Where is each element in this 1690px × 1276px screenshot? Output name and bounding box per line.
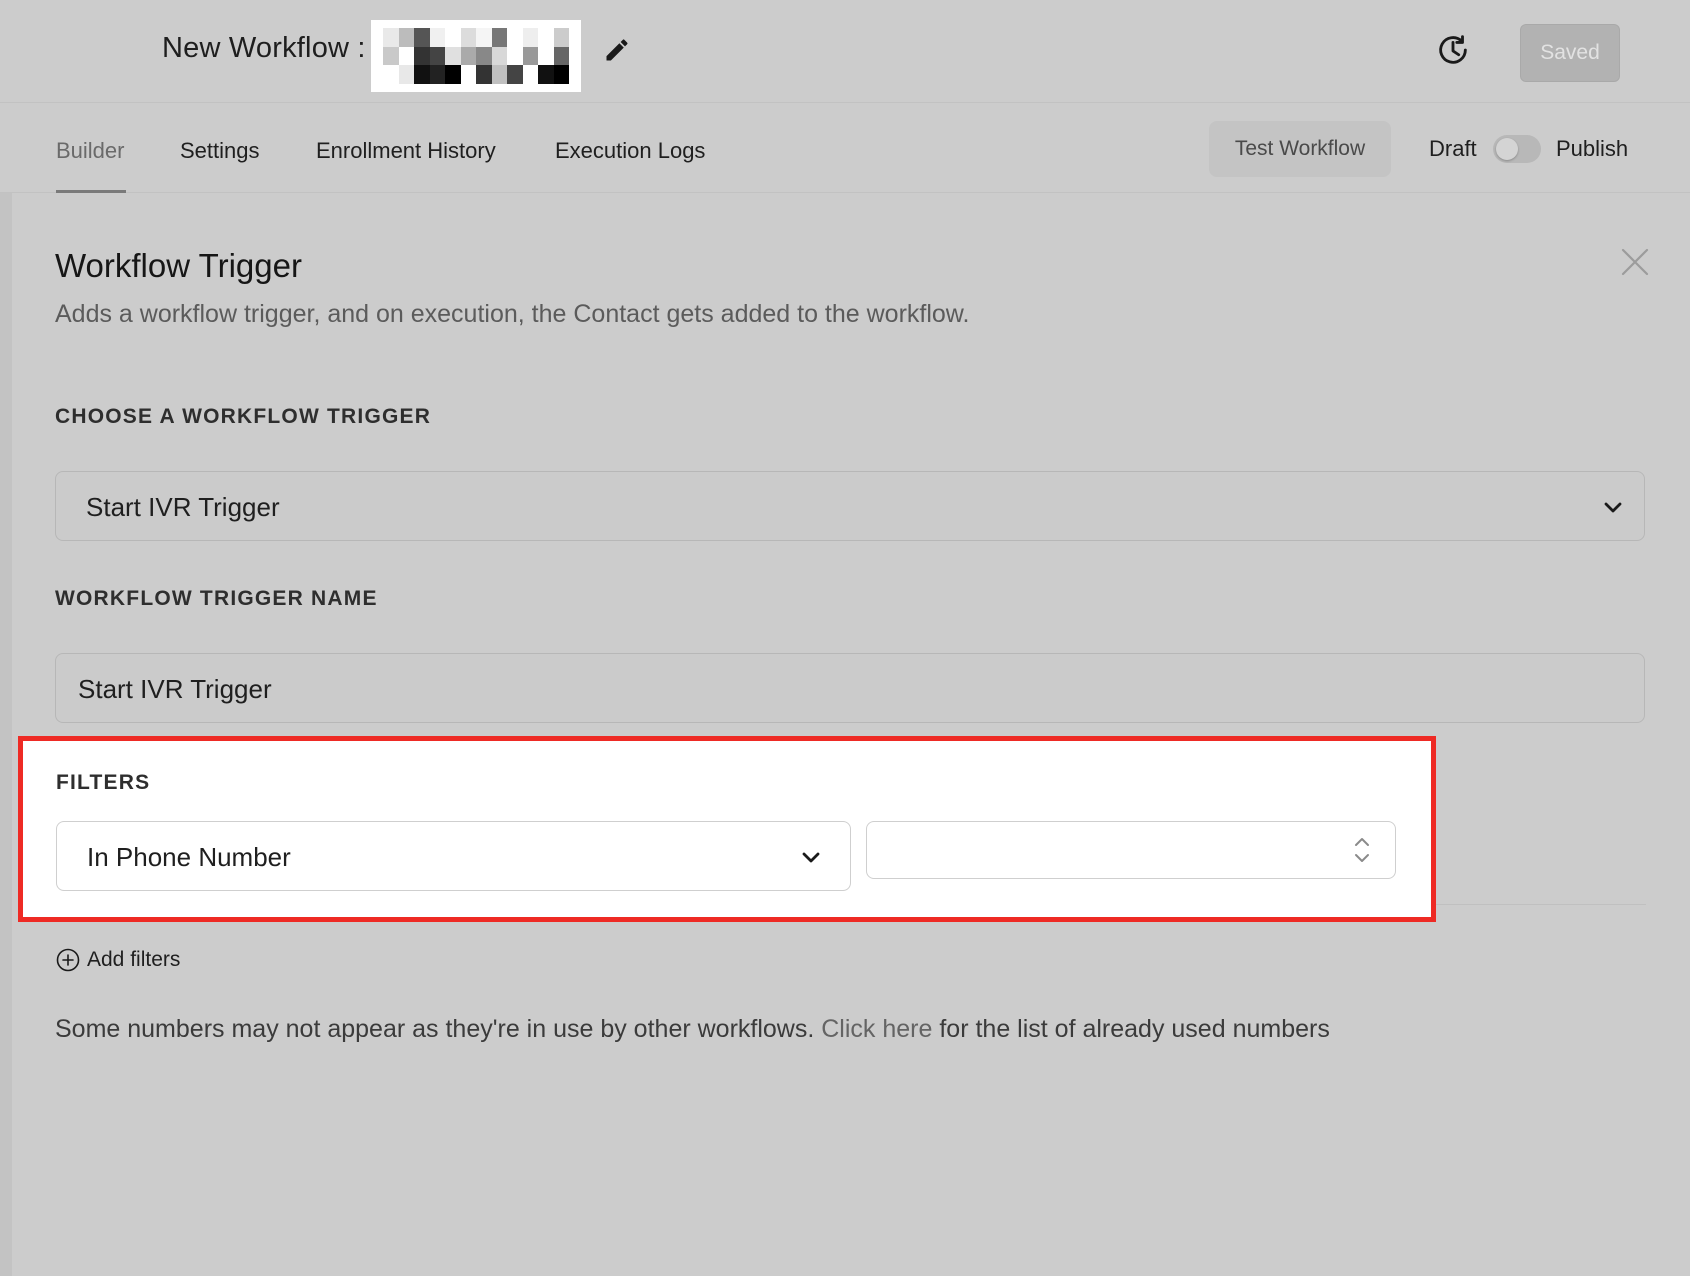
publish-toggle[interactable]: [1493, 135, 1541, 163]
divider: [1436, 904, 1646, 905]
choose-trigger-label: CHOOSE A WORKFLOW TRIGGER: [55, 405, 432, 428]
panel-description: Adds a workflow trigger, and on executio…: [55, 300, 970, 328]
chevron-down-icon: [1604, 502, 1622, 513]
trigger-name-label: WORKFLOW TRIGGER NAME: [55, 587, 378, 610]
panel-title: Workflow Trigger: [55, 247, 302, 284]
tab-execution-logs[interactable]: Execution Logs: [555, 138, 705, 164]
note-text-after: for the list of already used numbers: [932, 1015, 1330, 1043]
history-clock-icon[interactable]: [1434, 31, 1472, 69]
filter-field-select[interactable]: In Phone Number: [56, 821, 851, 891]
add-filters-label: Add filters: [87, 948, 181, 971]
phone-number-select[interactable]: [866, 821, 1396, 879]
up-down-spinner-icon[interactable]: [1353, 834, 1371, 866]
workflow-trigger-panel: Workflow Trigger Adds a workflow trigger…: [12, 193, 1690, 1276]
filters-section: FILTERS In Phone Number: [18, 736, 1436, 922]
used-numbers-note: Some numbers may not appear as they're i…: [55, 1015, 1330, 1044]
pencil-icon[interactable]: [603, 36, 631, 64]
workflow-title: New Workflow :: [162, 32, 366, 64]
close-icon[interactable]: [1620, 247, 1650, 277]
plus-circle-icon: [56, 948, 80, 972]
redacted-workflow-name: [371, 20, 581, 92]
note-text-before: Some numbers may not appear as they're i…: [55, 1015, 822, 1043]
left-edge-strip: [0, 193, 12, 1276]
chevron-down-icon: [802, 852, 820, 863]
click-here-link[interactable]: Click here: [821, 1015, 932, 1043]
trigger-type-select[interactable]: Start IVR Trigger: [55, 471, 1645, 541]
trigger-name-input[interactable]: Start IVR Trigger: [55, 653, 1645, 723]
filter-field-value: In Phone Number: [87, 842, 291, 872]
trigger-type-value: Start IVR Trigger: [86, 492, 280, 522]
toggle-knob: [1496, 138, 1518, 160]
tab-bar: Builder Settings Enrollment History Exec…: [0, 103, 1690, 193]
tab-builder[interactable]: Builder: [56, 138, 124, 164]
filters-label: FILTERS: [56, 771, 151, 794]
draft-label: Draft: [1429, 136, 1477, 161]
tab-enrollment-history[interactable]: Enrollment History: [316, 138, 496, 164]
test-workflow-button[interactable]: Test Workflow: [1209, 121, 1391, 177]
publish-label: Publish: [1556, 136, 1629, 161]
tab-settings[interactable]: Settings: [180, 138, 260, 164]
saved-button[interactable]: Saved: [1520, 24, 1620, 82]
top-bar: New Workflow : Saved: [0, 0, 1690, 103]
